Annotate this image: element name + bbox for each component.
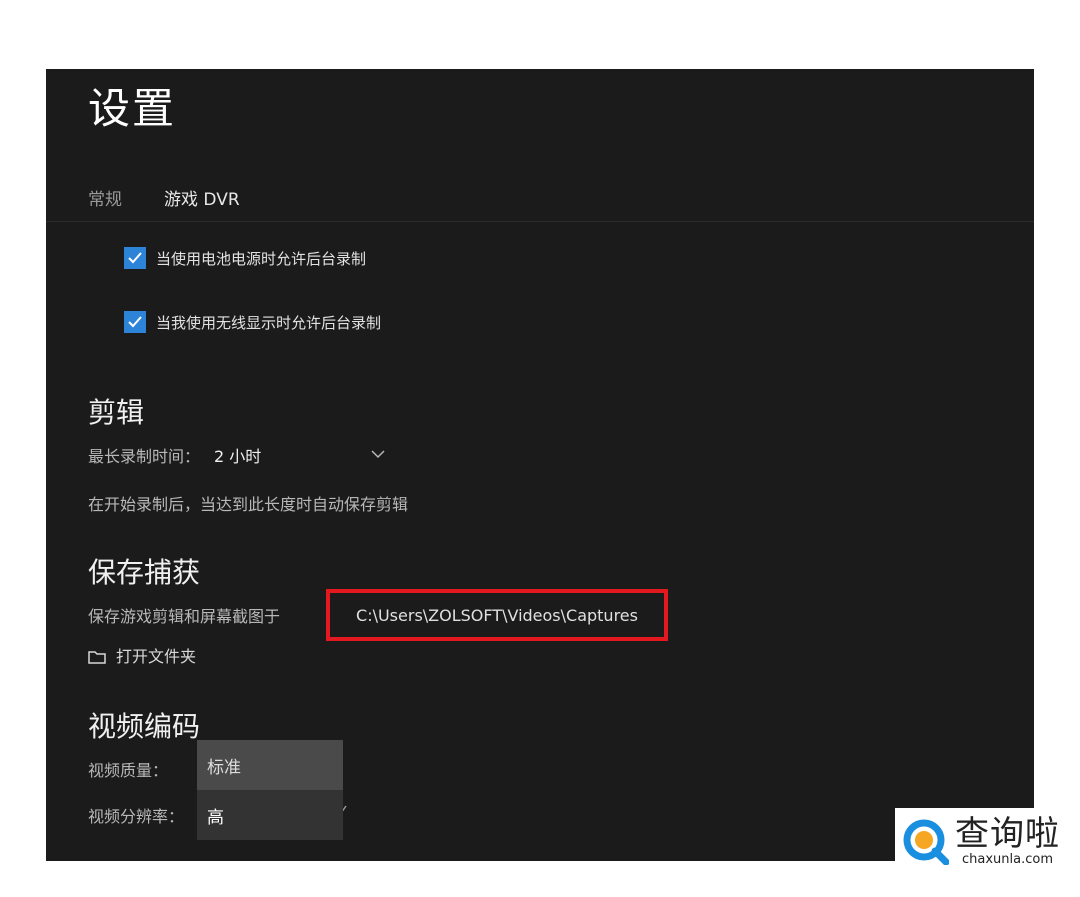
video-resolution-row: 视频分辨率： [88, 803, 184, 827]
video-resolution-label: 视频分辨率： [88, 807, 185, 826]
quality-option-high[interactable]: 高 [197, 790, 343, 840]
watermark-text: 查询啦 chaxunla.com [955, 816, 1060, 868]
battery-recording-checkbox[interactable] [124, 247, 146, 269]
capture-path: C:\Users\ZOLSOFT\Videos\Captures [356, 605, 638, 625]
settings-window: 设置 常规 游戏 DVR 当使用电池电源时允许后台录制 当我使用无线显示时允许后… [46, 69, 1034, 861]
watermark-logo: 查询啦 chaxunla.com [895, 808, 1071, 876]
video-quality-row: 视频质量： [88, 757, 168, 781]
wireless-display-checkbox[interactable] [124, 311, 146, 333]
save-location-label: 保存游戏剪辑和屏幕截图于 [88, 607, 281, 626]
save-location-row: 保存游戏剪辑和屏幕截图于 [88, 603, 280, 627]
tab-game-dvr[interactable]: 游戏 DVR [164, 185, 240, 210]
tab-bar: 常规 游戏 DVR [88, 185, 240, 210]
watermark-en: chaxunla.com [962, 852, 1053, 867]
tab-general[interactable]: 常规 [88, 185, 122, 210]
page-title: 设置 [88, 84, 177, 133]
max-record-row: 最长录制时间： 2 小时 [88, 443, 385, 467]
max-record-select[interactable]: 2 小时 [214, 443, 261, 467]
clips-heading: 剪辑 [88, 396, 145, 429]
chevron-down-icon[interactable] [371, 447, 385, 463]
folder-icon [88, 649, 106, 664]
save-captures-heading: 保存捕获 [88, 556, 201, 589]
quality-option-standard[interactable]: 标准 [197, 740, 343, 790]
checkmark-icon [128, 252, 142, 264]
battery-recording-option: 当使用电池电源时允许后台录制 [124, 247, 366, 269]
clips-description-row: 在开始录制后，当达到此长度时自动保存剪辑 [88, 491, 408, 515]
battery-recording-label: 当使用电池电源时允许后台录制 [156, 249, 367, 268]
watermark-cn: 查询啦 [955, 814, 1060, 854]
wireless-display-label: 当我使用无线显示时允许后台录制 [156, 313, 382, 332]
video-encoding-heading: 视频编码 [88, 710, 201, 743]
magnifier-logo-icon [903, 819, 950, 866]
max-record-label: 最长录制时间： [88, 447, 201, 466]
clips-description: 在开始录制后，当达到此长度时自动保存剪辑 [88, 495, 409, 514]
open-folder-link[interactable]: 打开文件夹 [116, 643, 196, 667]
tab-divider [46, 221, 1034, 222]
video-quality-dropdown[interactable]: 标准 高 [197, 740, 343, 840]
wireless-display-option: 当我使用无线显示时允许后台录制 [124, 311, 381, 333]
open-folder-row[interactable]: 打开文件夹 [88, 643, 196, 667]
video-quality-label: 视频质量： [88, 761, 169, 780]
highlight-box: C:\Users\ZOLSOFT\Videos\Captures [326, 589, 668, 641]
checkmark-icon [128, 316, 142, 328]
